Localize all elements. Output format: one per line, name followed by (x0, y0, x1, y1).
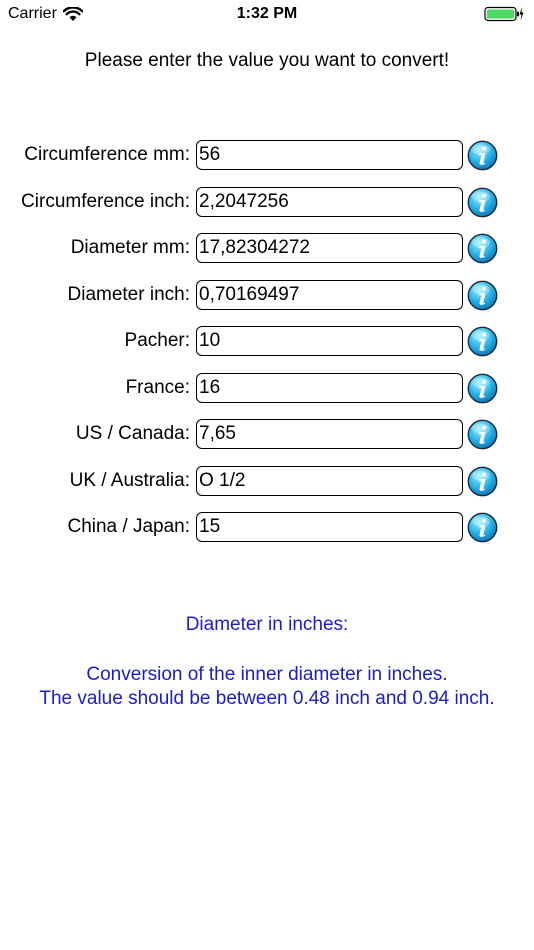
china-japan-label: China / Japan: (67, 516, 190, 537)
info-icon[interactable] (467, 419, 498, 450)
info-icon[interactable] (467, 466, 498, 497)
us-canada-field[interactable] (196, 419, 463, 449)
info-icon[interactable] (467, 326, 498, 357)
info-icon[interactable] (467, 187, 498, 218)
circumference-mm-label: Circumference mm: (24, 144, 190, 165)
info-icon[interactable] (467, 512, 498, 543)
row-us-canada: US / Canada: (0, 419, 534, 466)
circumference-inch-label: Circumference inch: (21, 190, 190, 212)
china-japan-field[interactable] (196, 512, 463, 542)
clock: 1:32 PM (236, 5, 298, 22)
row-diameter-inch: Diameter inch: (0, 279, 534, 327)
diameter-inch-label: Diameter inch: (67, 283, 191, 305)
row-pacher: Pacher: (0, 326, 534, 373)
diameter-mm-label: Diameter mm: (70, 237, 190, 258)
france-field[interactable] (196, 372, 463, 403)
row-france: France: (0, 372, 534, 420)
help-line-2: The value should be between 0.48 inch an… (39, 688, 495, 709)
battery-icon (484, 6, 524, 22)
info-icon[interactable] (467, 280, 498, 311)
conversion-form: Circumference mm: Circumference inch: Di… (0, 140, 534, 559)
info-icon[interactable] (467, 233, 498, 264)
row-diameter-mm: Diameter mm: (0, 233, 534, 280)
circumference-mm-field[interactable] (196, 140, 463, 170)
info-icon[interactable] (467, 140, 498, 171)
diameter-mm-field[interactable] (196, 233, 463, 263)
uk-australia-field[interactable] (196, 465, 463, 496)
diameter-inch-field[interactable] (196, 279, 463, 310)
us-canada-label: US / Canada: (75, 423, 190, 444)
row-uk-australia: UK / Australia: (0, 465, 534, 513)
help-description: Conversion of the inner diameter in inch… (0, 663, 534, 711)
circumference-inch-field[interactable] (196, 186, 463, 217)
info-icon[interactable] (467, 373, 498, 404)
uk-australia-label: UK / Australia: (69, 469, 190, 491)
help-line-1: Conversion of the inner diameter in inch… (86, 664, 448, 685)
pacher-field[interactable] (196, 326, 463, 356)
row-circumference-inch: Circumference inch: (0, 186, 534, 234)
pacher-label: Pacher: (124, 330, 190, 351)
row-circumference-mm: Circumference mm: (0, 140, 534, 187)
france-label: France: (125, 376, 190, 398)
help-title: Diameter in inches: (185, 614, 349, 635)
status-bar: Carrier 1:32 PM (0, 0, 534, 28)
row-china-japan: China / Japan: (0, 512, 534, 559)
page-title: Please enter the value you want to conve… (84, 50, 450, 71)
